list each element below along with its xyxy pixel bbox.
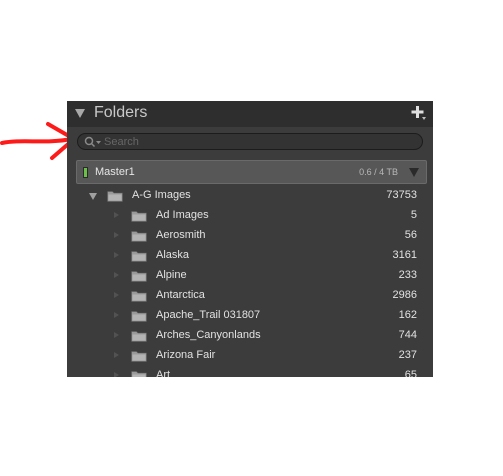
folder-icon <box>131 231 147 242</box>
collapsed-triangle-icon[interactable] <box>114 232 119 238</box>
panel-title: Folders <box>94 104 148 121</box>
folder-icon <box>131 351 147 362</box>
volume-name: Master1 <box>95 166 135 178</box>
folder-row[interactable]: Ad Images 5 <box>67 206 433 226</box>
folder-row[interactable]: Art 65 <box>67 366 433 377</box>
folder-name: Arches_Canyonlands <box>156 329 261 341</box>
folders-header[interactable]: Folders <box>67 101 433 127</box>
folder-row[interactable]: Aerosmith 56 <box>67 226 433 246</box>
folder-row[interactable]: Arizona Fair 237 <box>67 346 433 366</box>
collapsed-triangle-icon[interactable] <box>114 272 119 278</box>
folder-name: Alaska <box>156 249 190 261</box>
folder-icon <box>131 271 147 282</box>
folder-icon <box>107 191 123 202</box>
folder-count: 3161 <box>392 249 417 261</box>
folder-icon <box>131 371 147 377</box>
collapsed-triangle-icon[interactable] <box>114 292 119 298</box>
plus-icon[interactable] <box>411 105 427 121</box>
volume-usage: 0.6 / 4 TB <box>359 167 398 177</box>
search-input[interactable] <box>104 135 404 148</box>
collapsed-triangle-icon[interactable] <box>114 372 119 377</box>
folder-count: 73753 <box>386 189 417 201</box>
folder-row[interactable]: Alpine 233 <box>67 266 433 286</box>
folder-name: Antarctica <box>156 289 205 301</box>
collapsed-triangle-icon[interactable] <box>114 352 119 358</box>
folder-row-a-g-images[interactable]: A-G Images 73753 <box>67 186 433 206</box>
collapsed-triangle-icon[interactable] <box>114 252 119 258</box>
folder-row[interactable]: Antarctica 2986 <box>67 286 433 306</box>
folder-count: 5 <box>410 209 417 221</box>
folder-count: 56 <box>404 229 417 241</box>
folder-count: 2986 <box>392 289 417 301</box>
folder-count: 237 <box>398 349 417 361</box>
folder-icon <box>131 311 147 322</box>
folder-row[interactable]: Alaska 3161 <box>67 246 433 266</box>
folder-name: Aerosmith <box>156 229 206 241</box>
folder-icon <box>131 211 147 222</box>
folder-row[interactable]: Arches_Canyonlands 744 <box>67 326 433 346</box>
folder-count: 162 <box>398 309 417 321</box>
search-bar <box>77 133 423 150</box>
folder-name: Arizona Fair <box>156 349 216 361</box>
collapsed-triangle-icon[interactable] <box>114 312 119 318</box>
collapsed-triangle-icon[interactable] <box>114 212 119 218</box>
folders-panel: Folders Master1 0.6 / 4 TB <box>67 101 433 377</box>
collapsed-triangle-icon[interactable] <box>114 332 119 338</box>
folder-name: Art <box>156 369 171 377</box>
folder-icon <box>131 331 147 342</box>
volume-header-master1[interactable]: Master1 0.6 / 4 TB <box>76 160 427 184</box>
volume-menu-triangle-icon[interactable] <box>409 168 419 177</box>
folder-name: A-G Images <box>132 189 191 201</box>
search-icon[interactable] <box>84 136 102 148</box>
folder-count: 65 <box>404 369 417 377</box>
folder-name: Apache_Trail 031807 <box>156 309 261 321</box>
folder-name: Ad Images <box>156 209 209 221</box>
collapse-triangle-icon[interactable] <box>75 109 85 118</box>
folder-count: 744 <box>398 329 417 341</box>
folder-icon <box>131 251 147 262</box>
folder-count: 233 <box>398 269 417 281</box>
expanded-triangle-icon[interactable] <box>89 193 97 200</box>
search-field[interactable] <box>77 133 423 150</box>
folder-name: Alpine <box>156 269 187 281</box>
folder-row[interactable]: Apache_Trail 031807 162 <box>67 306 433 326</box>
folder-icon <box>131 291 147 302</box>
volume-status-indicator <box>83 167 88 178</box>
